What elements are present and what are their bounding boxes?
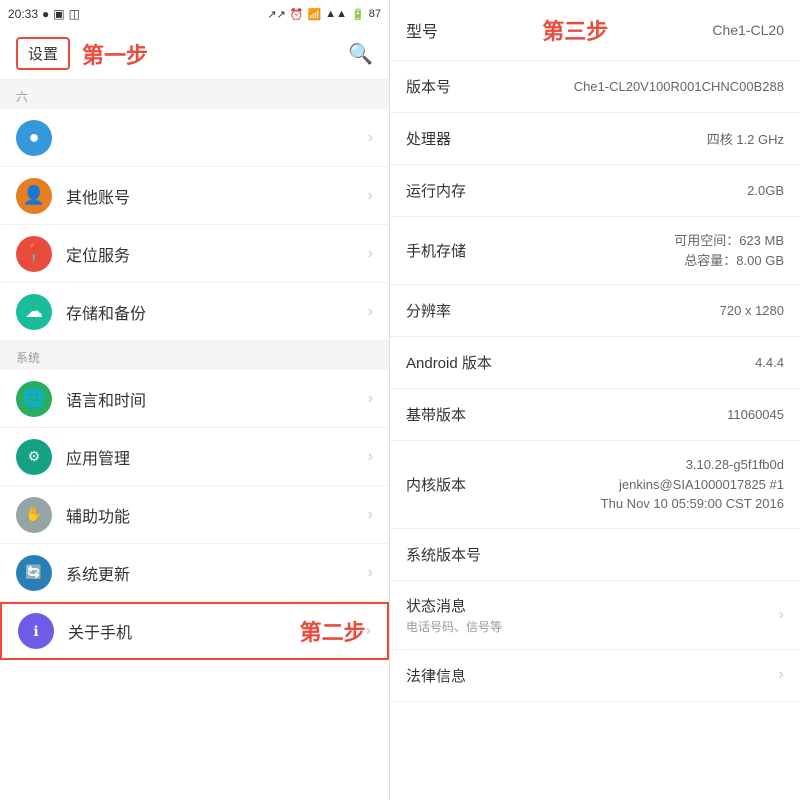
language-label: 语言和时间	[66, 387, 368, 411]
arrow-icon: ›	[368, 448, 373, 466]
apps-icon: ⚙	[16, 439, 52, 475]
location-label: 定位服务	[66, 242, 368, 266]
signal-icon: ↗↗	[267, 8, 285, 21]
arrow-icon: ›	[368, 129, 373, 147]
status-info-text: 状态消息 电话号码、信号等	[406, 595, 502, 635]
kernel-label: 内核版本	[406, 474, 486, 495]
menu-item-language[interactable]: 🌐 语言和时间 ›	[0, 370, 389, 428]
arrow-icon: ›	[368, 303, 373, 321]
android-label: Android 版本	[406, 352, 492, 373]
menu-item-apps[interactable]: ⚙ 应用管理 ›	[0, 428, 389, 486]
baseband-value: 11060045	[494, 407, 784, 422]
processor-value: 四核 1.2 GHz	[494, 129, 784, 148]
system-update-label: 系统更新	[66, 561, 368, 585]
model-label: 型号	[406, 18, 438, 42]
legal-arrow-icon: ›	[779, 666, 784, 684]
menu-item-other-accounts[interactable]: 👤 其他账号 ›	[0, 167, 389, 225]
legal-label: 法律信息	[406, 665, 486, 686]
wifi-icon: 📶	[308, 8, 322, 21]
location-icon: 📍	[16, 236, 52, 272]
resolution-value: 720 x 1280	[494, 303, 784, 318]
arrow-icon: ›	[366, 622, 371, 640]
media-icon: ▣	[53, 7, 64, 21]
step-three-label: 第三步	[542, 14, 608, 46]
time-display: 20:33	[8, 7, 38, 21]
status-info-sublabel: 电话号码、信号等	[406, 618, 502, 635]
row-system-version: 系统版本号	[390, 529, 800, 581]
language-icon: 🌐	[16, 381, 52, 417]
menu-item-blue-circle[interactable]: ● ›	[0, 109, 389, 167]
status-bar: 20:33 ● ▣ ◫ ↗↗ ⏰ 📶 ▲▲ 🔋 87	[0, 0, 389, 28]
row-resolution: 分辨率 720 x 1280	[390, 285, 800, 337]
android-value: 4.4.4	[500, 355, 784, 370]
notification-icon: ●	[42, 7, 49, 21]
version-value: Che1-CL20V100R001CHNC00B288	[494, 79, 784, 94]
about-icon: ℹ	[18, 613, 54, 649]
row-storage: 手机存储 可用空间：623 MB总容量：8.00 GB	[390, 217, 800, 285]
other-accounts-icon: 👤	[16, 178, 52, 214]
row-android-version: Android 版本 4.4.4	[390, 337, 800, 389]
storage-icon: ☁	[16, 294, 52, 330]
kernel-value: 3.10.28-g5f1fb0djenkins@SIA1000017825 #1…	[494, 455, 784, 514]
menu-item-about-phone[interactable]: ℹ 关于手机 第二步 ›	[0, 602, 389, 660]
storage-value: 可用空间：623 MB总容量：8.00 GB	[494, 231, 784, 270]
left-header: 设置 第一步 🔍	[0, 28, 389, 80]
ram-label: 运行内存	[406, 180, 486, 201]
baseband-label: 基带版本	[406, 404, 486, 425]
apps-label: 应用管理	[66, 445, 368, 469]
accessibility-icon: ✋	[16, 497, 52, 533]
status-bar-right: ↗↗ ⏰ 📶 ▲▲ 🔋 87	[267, 8, 381, 21]
storage-label: 存储和备份	[66, 300, 368, 324]
processor-label: 处理器	[406, 128, 486, 149]
resolution-label: 分辨率	[406, 300, 486, 321]
right-header: 型号 第三步 Che1-CL20	[390, 0, 800, 61]
section-label-system: 系统	[0, 341, 389, 370]
row-processor: 处理器 四核 1.2 GHz	[390, 113, 800, 165]
arrow-icon: ›	[368, 390, 373, 408]
model-value: Che1-CL20	[712, 22, 784, 38]
status-bar-left: 20:33 ● ▣ ◫	[8, 7, 80, 21]
menu-item-storage[interactable]: ☁ 存储和备份 ›	[0, 283, 389, 341]
version-label: 版本号	[406, 76, 486, 97]
ram-value: 2.0GB	[494, 183, 784, 198]
step-two-label: 第二步	[300, 615, 366, 647]
row-ram: 运行内存 2.0GB	[390, 165, 800, 217]
accessibility-label: 辅助功能	[66, 503, 368, 527]
legal-arrow-container: ›	[773, 666, 784, 684]
alarm-icon: ⏰	[290, 8, 304, 21]
status-info-label: 状态消息	[406, 595, 502, 616]
network-icon: ▲▲	[325, 8, 347, 20]
menu-item-location[interactable]: 📍 定位服务 ›	[0, 225, 389, 283]
blue-circle-icon: ●	[16, 120, 52, 156]
row-status-info[interactable]: 状态消息 电话号码、信号等 ›	[390, 581, 800, 650]
battery-icon: 🔋	[351, 8, 365, 21]
storage-info-label: 手机存储	[406, 240, 486, 261]
arrow-icon: ›	[368, 564, 373, 582]
arrow-icon: ›	[368, 187, 373, 205]
status-arrow-container: ›	[773, 606, 784, 624]
menu-item-accessibility[interactable]: ✋ 辅助功能 ›	[0, 486, 389, 544]
row-baseband: 基带版本 11060045	[390, 389, 800, 441]
search-icon[interactable]: 🔍	[348, 41, 373, 66]
arrow-icon: ›	[368, 506, 373, 524]
status-arrow-icon: ›	[779, 606, 784, 624]
step-one-label: 第一步	[82, 38, 148, 70]
battery-level: 87	[369, 8, 381, 20]
system-version-label: 系统版本号	[406, 544, 486, 565]
section-label-top: 六	[0, 80, 389, 109]
menu-list: ● › 👤 其他账号 › 📍 定位服务 › ☁ 存储和备份 › 系统 🌐 语言和…	[0, 109, 389, 800]
left-panel: 20:33 ● ▣ ◫ ↗↗ ⏰ 📶 ▲▲ 🔋 87 设置 第一步 🔍 六 ● …	[0, 0, 390, 800]
right-panel: 型号 第三步 Che1-CL20 版本号 Che1-CL20V100R001CH…	[390, 0, 800, 800]
about-row: 关于手机 第二步	[54, 615, 366, 647]
row-version-number: 版本号 Che1-CL20V100R001CHNC00B288	[390, 61, 800, 113]
settings-button[interactable]: 设置	[16, 37, 70, 70]
row-legal-info[interactable]: 法律信息 ›	[390, 650, 800, 702]
arrow-icon: ›	[368, 245, 373, 263]
row-kernel: 内核版本 3.10.28-g5f1fb0djenkins@SIA10000178…	[390, 441, 800, 529]
system-update-icon: 🔄	[16, 555, 52, 591]
screen-icon: ◫	[69, 7, 80, 21]
menu-item-system-update[interactable]: 🔄 系统更新 ›	[0, 544, 389, 602]
other-accounts-label: 其他账号	[66, 184, 368, 208]
about-label: 关于手机	[68, 619, 292, 643]
